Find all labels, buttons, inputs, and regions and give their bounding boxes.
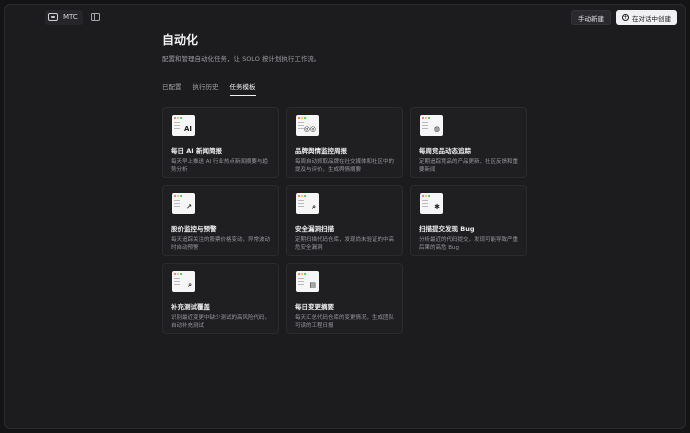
template-card[interactable]: AI 每日 AI 新闻简报 每天早上推送 AI 行业热点新闻摘要与趋势分析 — [162, 107, 279, 178]
test-search-icon: ⌕ — [172, 271, 195, 292]
card-description: 每天早上推送 AI 行业热点新闻摘要与趋势分析 — [171, 159, 268, 173]
card-title: 股价监控与预警 — [171, 225, 217, 233]
template-grid: AI 每日 AI 新闻简报 每天早上推送 AI 行业热点新闻摘要与趋势分析 ◎◎… — [162, 107, 542, 334]
project-name: MTC — [63, 13, 78, 21]
template-card[interactable]: ⌕ 安全漏洞扫描 定期扫描代码仓库，发现尚未验证的中高危安全漏洞 — [286, 185, 403, 256]
page-description: 配置和管理自动化任务，让 SOLO 按计划执行工作流。 — [162, 55, 321, 63]
card-title: 安全漏洞扫描 — [295, 225, 334, 233]
template-card[interactable]: ▤ 每日变更摘要 每天汇总代码仓库的变更情况，生成团队可读的工程日报 — [286, 263, 403, 334]
main-content: 自动化 配置和管理自动化任务，让 SOLO 按计划执行工作流。 已配置 执行历史… — [162, 29, 542, 334]
manual-create-button[interactable]: 手动新建 — [571, 10, 611, 25]
robot-icon: ◍ — [420, 115, 443, 136]
template-card[interactable]: ◎◎ 品牌舆情监控周报 每周自动抓取品牌在社交媒体和社区中的提及与评价，生成舆情… — [286, 107, 403, 178]
document-icon: ▤ — [296, 271, 319, 292]
tab-templates[interactable]: 任务模板 — [229, 81, 256, 96]
card-description: 定期扫描代码仓库，发现尚未验证的中高危安全漏洞 — [295, 237, 395, 251]
ai-text-icon: AI — [172, 115, 195, 136]
glasses-icon: ◎◎ — [296, 115, 319, 136]
card-description: 定期追踪竞品的产品更新、社区反馈和重要新闻 — [419, 159, 519, 173]
card-description: 每天汇总代码仓库的变更情况，生成团队可读的工程日报 — [295, 315, 395, 329]
card-description: 分析最近的代码提交，发现可能导致严重后果的高危 Bug — [419, 237, 519, 251]
project-icon — [48, 13, 58, 21]
template-card[interactable]: ✱ 扫描提交发现 Bug 分析最近的代码提交，发现可能导致严重后果的高危 Bug — [410, 185, 527, 256]
tab-bar: 已配置 执行历史 任务模板 — [162, 81, 542, 96]
plus-circle-icon: + — [622, 14, 629, 21]
card-title: 品牌舆情监控周报 — [295, 147, 347, 155]
chat-create-label: 在对话中创建 — [632, 14, 671, 23]
page-title: 自动化 — [162, 33, 199, 47]
sidebar-toggle-icon[interactable] — [90, 13, 100, 21]
template-card[interactable]: ⌕ 补充测试覆盖 识别最近变更中缺少测试的高风险代码，自动补充测试 — [162, 263, 279, 334]
app-window: MTC 手动新建 + 在对话中创建 自动化 配置和管理自动化任务，让 SOLO … — [4, 4, 686, 429]
template-card[interactable]: ◍ 每周竞品动态追踪 定期追踪竞品的产品更新、社区反馈和重要新闻 — [410, 107, 527, 178]
card-description: 识别最近变更中缺少测试的高风险代码，自动补充测试 — [171, 315, 271, 329]
manual-create-label: 手动新建 — [578, 14, 604, 23]
card-title: 扫描提交发现 Bug — [419, 225, 475, 233]
chat-create-button[interactable]: + 在对话中创建 — [616, 10, 677, 25]
card-title: 每日变更摘要 — [295, 303, 334, 311]
trend-chart-icon: ↗ — [172, 193, 195, 214]
project-switcher[interactable]: MTC — [45, 9, 83, 25]
card-description: 每周自动抓取品牌在社交媒体和社区中的提及与评价，生成舆情摘要 — [295, 159, 395, 173]
search-icon: ⌕ — [296, 193, 319, 214]
card-title: 补充测试覆盖 — [171, 303, 210, 311]
card-title: 每周竞品动态追踪 — [419, 147, 471, 155]
tab-configured[interactable]: 已配置 — [162, 81, 182, 96]
card-title: 每日 AI 新闻简报 — [171, 147, 222, 155]
top-bar: MTC 手动新建 + 在对话中创建 — [5, 5, 685, 29]
template-card[interactable]: ↗ 股价监控与预警 每天追踪关注的股票价格变动，异常波动时自动预警 — [162, 185, 279, 256]
card-description: 每天追踪关注的股票价格变动，异常波动时自动预警 — [171, 237, 271, 251]
bug-icon: ✱ — [420, 193, 443, 214]
tab-history[interactable]: 执行历史 — [193, 81, 219, 96]
